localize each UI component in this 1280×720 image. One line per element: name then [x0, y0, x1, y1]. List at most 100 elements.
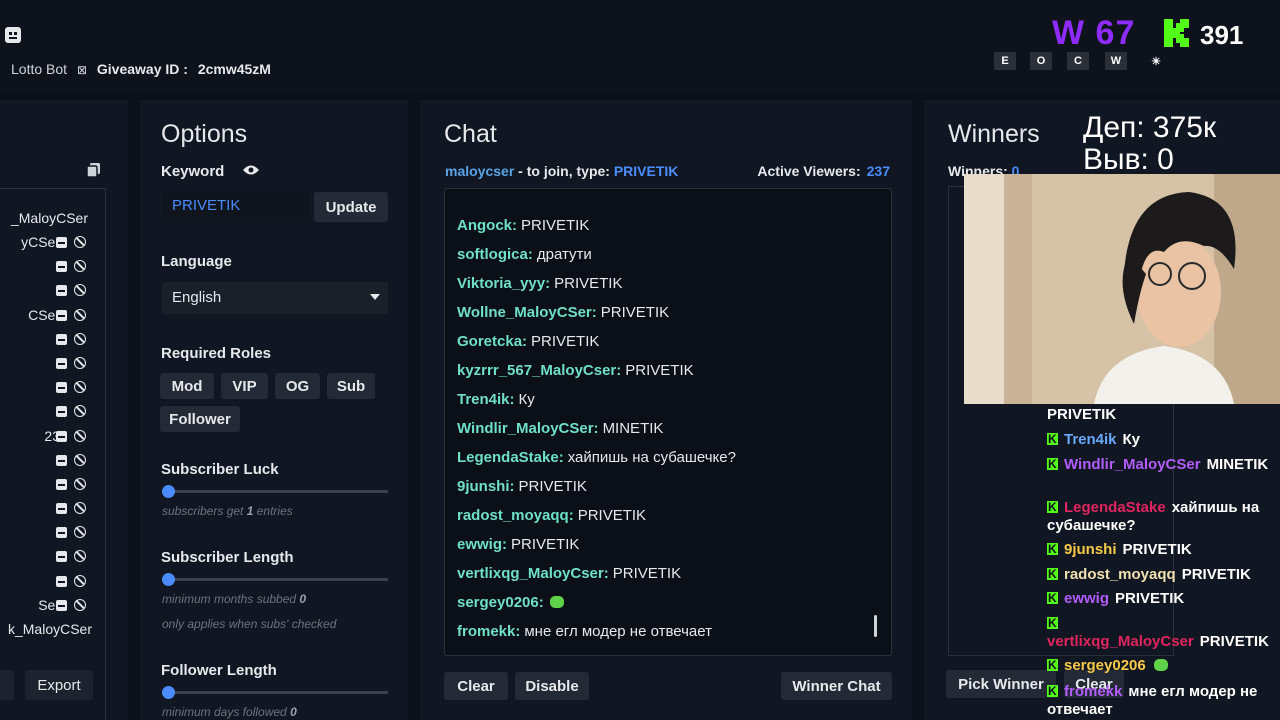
overlay-chat-message: Tren4ik Ку [1047, 430, 1280, 449]
keyword-input[interactable]: PRIVETIK [162, 192, 310, 222]
chat-username[interactable]: radost_moyaqq: [457, 507, 574, 524]
chat-username[interactable]: Tren4ik: [457, 391, 515, 408]
overlay-toggle-o[interactable]: O [1030, 52, 1052, 70]
ban-icon[interactable] [74, 284, 86, 296]
remove-entry-icon[interactable] [56, 527, 67, 538]
overlay-chat-username: radost_moyaqq [1064, 566, 1176, 583]
pick-winner-button[interactable]: Pick Winner [946, 670, 1056, 698]
follower-length-label: Follower Length [161, 662, 277, 679]
chat-username[interactable]: LegendaStake: [457, 449, 564, 466]
ban-icon[interactable] [74, 599, 86, 611]
chat-username[interactable]: kyzrrr_567_MaloyCser: [457, 362, 621, 379]
remove-entry-icon[interactable] [56, 479, 67, 490]
chat-text: Ку [518, 391, 535, 408]
deposit-overlay: Деп: 375к Выв: 0 [1083, 112, 1216, 176]
ban-icon[interactable] [74, 526, 86, 538]
chat-username[interactable]: 9junshi: [457, 478, 515, 495]
entry-row: i [0, 572, 104, 592]
slider-knob[interactable] [162, 485, 175, 498]
remove-entry-icon[interactable] [56, 310, 67, 321]
overlay-chat-username: ewwig [1064, 590, 1110, 607]
remove-entry-icon[interactable] [56, 406, 67, 417]
ban-icon[interactable] [74, 381, 86, 393]
overlay-toggle-theme[interactable]: ☀ [1145, 52, 1167, 70]
entry-name: _MaloyCSer [10, 210, 88, 226]
chat-clear-button[interactable]: Clear [444, 672, 508, 700]
chat-username[interactable]: ewwig: [457, 536, 507, 553]
winner-chat-button[interactable]: Winner Chat [781, 672, 892, 700]
export-button[interactable]: Export [25, 670, 93, 700]
follower-length-slider[interactable] [162, 686, 388, 699]
ban-icon[interactable] [74, 236, 86, 248]
ban-icon[interactable] [74, 454, 86, 466]
remove-entry-icon[interactable] [56, 600, 67, 611]
chat-text: PRIVETIK [511, 536, 580, 553]
chat-username[interactable]: sergey0206: [457, 594, 544, 611]
remove-entry-icon[interactable] [56, 503, 67, 514]
entries-list: _MaloyCSer yCSer CSer 23 i Ser k_MaloyCSer [0, 188, 106, 720]
ban-icon[interactable] [74, 430, 86, 442]
remove-entry-icon[interactable] [56, 285, 67, 296]
chat-username[interactable]: Wollne_MaloyCSer: [457, 304, 597, 321]
chat-username[interactable]: Viktoria_yyy: [457, 275, 550, 292]
overlay-toggle-w[interactable]: W [1105, 52, 1127, 70]
role-follower-button[interactable]: Follower [160, 406, 240, 432]
ban-icon[interactable] [74, 405, 86, 417]
eye-icon[interactable] [242, 164, 260, 176]
overlay-chat-message: sergey0206 [1047, 656, 1280, 675]
entry-row [0, 281, 104, 301]
remove-entry-icon[interactable] [56, 261, 67, 272]
remove-entry-icon[interactable] [56, 551, 67, 562]
subscriber-luck-hint: subscribers get 1 entries [162, 504, 293, 518]
update-button[interactable]: Update [314, 192, 388, 222]
overlay-chat-message: fromekkмне егл модер не отвечает [1047, 682, 1280, 719]
chat-message: fromekk: мне егл модер не отвечает [457, 623, 712, 640]
chat-username[interactable]: Goretcka: [457, 333, 527, 350]
chat-username[interactable]: Angock: [457, 217, 517, 234]
remove-entry-icon[interactable] [56, 382, 67, 393]
ban-icon[interactable] [74, 260, 86, 272]
remove-entry-icon[interactable] [56, 455, 67, 466]
chat-username[interactable]: vertlixqg_MaloyCser: [457, 565, 609, 582]
chat-message: vertlixqg_MaloyCser: PRIVETIK [457, 565, 681, 582]
copy-icon[interactable] [86, 162, 102, 178]
required-roles-label: Required Roles [161, 345, 272, 362]
chat-username[interactable]: softlogica: [457, 246, 533, 263]
role-vip-button[interactable]: VIP [221, 373, 268, 399]
ban-icon[interactable] [74, 502, 86, 514]
chat-message: 9junshi: PRIVETIK [457, 478, 587, 495]
chat-username[interactable]: fromekk: [457, 623, 520, 640]
ban-icon[interactable] [74, 333, 86, 345]
chat-text: PRIVETIK [518, 478, 587, 495]
role-sub-button[interactable]: Sub [327, 373, 375, 399]
remove-entry-icon[interactable] [56, 431, 67, 442]
ban-icon[interactable] [74, 550, 86, 562]
slider-knob[interactable] [162, 686, 175, 699]
subscriber-luck-slider[interactable] [162, 485, 388, 498]
ban-icon[interactable] [74, 357, 86, 369]
language-select[interactable]: English [162, 282, 388, 314]
remove-entry-icon[interactable] [56, 358, 67, 369]
ban-icon[interactable] [74, 575, 86, 587]
chat-log[interactable]: Angock: PRIVETIK softlogica: дратути Viktori… [444, 188, 892, 656]
chat-scrollbar[interactable] [874, 615, 877, 637]
chat-disable-button[interactable]: Disable [515, 672, 589, 700]
overlay-chat-message: LegendaStakeхайпишь на субашечке? [1047, 498, 1280, 535]
overlay-toggle-c[interactable]: C [1067, 52, 1089, 70]
chat-message: Viktoria_yyy: PRIVETIK [457, 275, 622, 292]
ban-icon[interactable] [74, 309, 86, 321]
chat-text: PRIVETIK [625, 362, 694, 379]
overlay-toggle-e[interactable]: E [994, 52, 1016, 70]
subscriber-length-slider[interactable] [162, 573, 388, 586]
slider-knob[interactable] [162, 573, 175, 586]
import-button[interactable]: t [0, 670, 14, 700]
webcam-image [964, 174, 1280, 404]
remove-entry-icon[interactable] [56, 576, 67, 587]
ban-icon[interactable] [74, 478, 86, 490]
remove-entry-icon[interactable] [56, 334, 67, 345]
entry-row [0, 257, 104, 277]
remove-entry-icon[interactable] [56, 237, 67, 248]
role-mod-button[interactable]: Mod [160, 373, 214, 399]
chat-username[interactable]: Windlir_MaloyCSer: [457, 420, 599, 437]
role-og-button[interactable]: OG [275, 373, 320, 399]
